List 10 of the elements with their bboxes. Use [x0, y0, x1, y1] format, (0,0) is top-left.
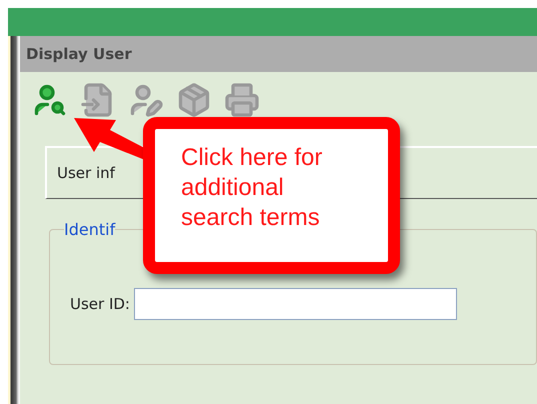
field-label: User ID:: [70, 294, 130, 315]
user-pen-icon: [128, 82, 164, 118]
input-field[interactable]: [134, 288, 457, 320]
user-search-icon: [32, 82, 68, 118]
window-title: Display User: [26, 44, 132, 65]
tab-label[interactable]: User inf: [57, 162, 115, 184]
package-icon: [176, 82, 212, 118]
callout-text: Click here for additional search terms: [181, 143, 324, 233]
printer-icon: [224, 82, 260, 118]
toolbar-button[interactable]: [32, 82, 68, 118]
